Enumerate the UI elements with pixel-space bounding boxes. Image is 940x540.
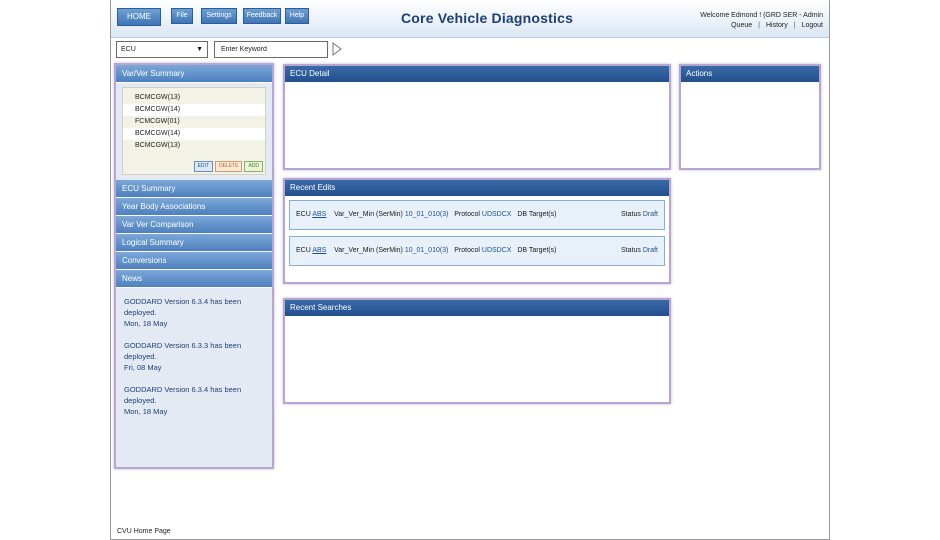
app-title: Core Vehicle Diagnostics — [401, 10, 574, 26]
var-ver-item[interactable]: BCMCGW(14) — [123, 128, 265, 140]
dropdown-arrow-icon: ▼ — [196, 46, 203, 53]
sidebar-item-ecu-summary[interactable]: ECU Summary — [116, 180, 272, 198]
recent-edit-row[interactable]: ECU ABS Var_Ver_Min (SerMin) 10_01_010(3… — [289, 236, 665, 266]
help-button[interactable]: Help — [285, 8, 309, 24]
protocol-label: Protocol — [454, 247, 480, 254]
news-item: GODDARD Version 6.3.4 has been deployed.… — [124, 296, 264, 329]
edit-button[interactable]: EDIT — [193, 161, 213, 172]
var-ver-summary-header[interactable]: Var/Ver Summary — [116, 65, 272, 83]
top-links: Queue | History | Logout — [731, 22, 823, 29]
var-ver-label: Var_Ver_Min (SerMin) — [334, 247, 403, 254]
status-value: Draft — [642, 211, 658, 218]
status-group: Status Draft — [621, 201, 658, 229]
ecu-detail-panel: ECU Detail — [283, 64, 671, 170]
status-label: Status — [621, 211, 641, 218]
actions-panel: Actions — [679, 64, 821, 170]
logout-link[interactable]: Logout — [802, 22, 823, 29]
file-button[interactable]: File — [171, 8, 193, 24]
var-ver-item[interactable]: BCMCGW(14) — [123, 104, 265, 116]
db-targets-label: DB Target(s) — [517, 247, 557, 254]
status-value: Draft — [642, 247, 658, 254]
news-date: Fri, 08 May — [124, 363, 162, 372]
queue-link[interactable]: Queue — [731, 22, 752, 29]
ecu-link[interactable]: ABS — [312, 247, 326, 254]
add-button[interactable]: ADD — [244, 161, 263, 172]
status-group: Status Draft — [621, 237, 658, 265]
delete-button[interactable]: DELETE — [214, 161, 243, 172]
protocol-label: Protocol — [454, 211, 480, 218]
ecu-label: ECU — [296, 247, 311, 254]
var-ver-value[interactable]: 10_01_010(3) — [405, 211, 449, 218]
news-date: Mon, 18 May — [124, 319, 168, 328]
page-frame: HOME File Settings Feedback Help Core Ve… — [110, 0, 830, 540]
recent-edits-title: Recent Edits — [285, 180, 669, 196]
var-ver-item[interactable]: BCMCGW(13) — [123, 92, 265, 104]
home-button[interactable]: HOME — [117, 8, 161, 26]
protocol-value[interactable]: UDSDCX — [482, 211, 512, 218]
status-label: Status — [621, 247, 641, 254]
db-targets-label: DB Target(s) — [517, 211, 557, 218]
welcome-text: Welcome Edmond ! (GRD SER - Admin — [700, 12, 823, 19]
recent-edits-panel: Recent Edits ECU ABS Var_Ver_Min (SerMin… — [283, 178, 671, 284]
sidebar-menu: ECU Summary Year Body Associations Var V… — [116, 180, 272, 288]
sidebar-item-year-body-associations[interactable]: Year Body Associations — [116, 198, 272, 216]
ecu-label: ECU — [296, 211, 311, 218]
news-text: GODDARD Version 6.3.3 has been deployed. — [124, 341, 242, 361]
ecu-select[interactable]: ECU ▼ — [116, 41, 208, 58]
news-text: GODDARD Version 6.3.4 has been deployed. — [124, 385, 242, 405]
header-bar: HOME File Settings Feedback Help Core Ve… — [111, 0, 829, 38]
news-date: Mon, 18 May — [124, 407, 168, 416]
ecu-detail-title: ECU Detail — [285, 66, 669, 82]
go-arrow-icon[interactable] — [332, 42, 342, 56]
ecu-select-value: ECU — [121, 46, 136, 53]
keyword-input[interactable] — [214, 41, 328, 58]
protocol-value[interactable]: UDSDCX — [482, 247, 512, 254]
news-list: GODDARD Version 6.3.4 has been deployed.… — [116, 288, 272, 417]
news-item: GODDARD Version 6.3.4 has been deployed.… — [124, 384, 264, 417]
var-ver-item[interactable]: FCMCGW(01) — [123, 116, 265, 128]
var-ver-label: Var_Ver_Min (SerMin) — [334, 211, 403, 218]
feedback-button[interactable]: Feedback — [243, 8, 281, 24]
sidebar-item-news[interactable]: News — [116, 270, 272, 288]
news-item: GODDARD Version 6.3.3 has been deployed.… — [124, 340, 264, 373]
footer-label: CVU Home Page — [117, 528, 171, 535]
ecu-link[interactable]: ABS — [312, 211, 326, 218]
var-ver-value[interactable]: 10_01_010(3) — [405, 247, 449, 254]
recent-searches-panel: Recent Searches — [283, 298, 671, 404]
settings-button[interactable]: Settings — [201, 8, 237, 24]
actions-title: Actions — [681, 66, 819, 82]
var-ver-item[interactable]: BCMCGW(13) — [123, 140, 265, 152]
history-link[interactable]: History — [766, 22, 788, 29]
sidebar-item-var-ver-comparison[interactable]: Var Ver Comparison — [116, 216, 272, 234]
left-sidebar: Var/Ver Summary BCMCGW(13) BCMCGW(14) FC… — [114, 63, 274, 469]
recent-edit-row[interactable]: ECU ABS Var_Ver_Min (SerMin) 10_01_010(3… — [289, 200, 665, 230]
news-text: GODDARD Version 6.3.4 has been deployed. — [124, 297, 242, 317]
sidebar-item-logical-summary[interactable]: Logical Summary — [116, 234, 272, 252]
recent-searches-title: Recent Searches — [285, 300, 669, 316]
sidebar-item-conversions[interactable]: Conversions — [116, 252, 272, 270]
var-ver-list: BCMCGW(13) BCMCGW(14) FCMCGW(01) BCMCGW(… — [122, 87, 266, 175]
var-ver-actions: EDIT DELETE ADD — [192, 159, 263, 172]
